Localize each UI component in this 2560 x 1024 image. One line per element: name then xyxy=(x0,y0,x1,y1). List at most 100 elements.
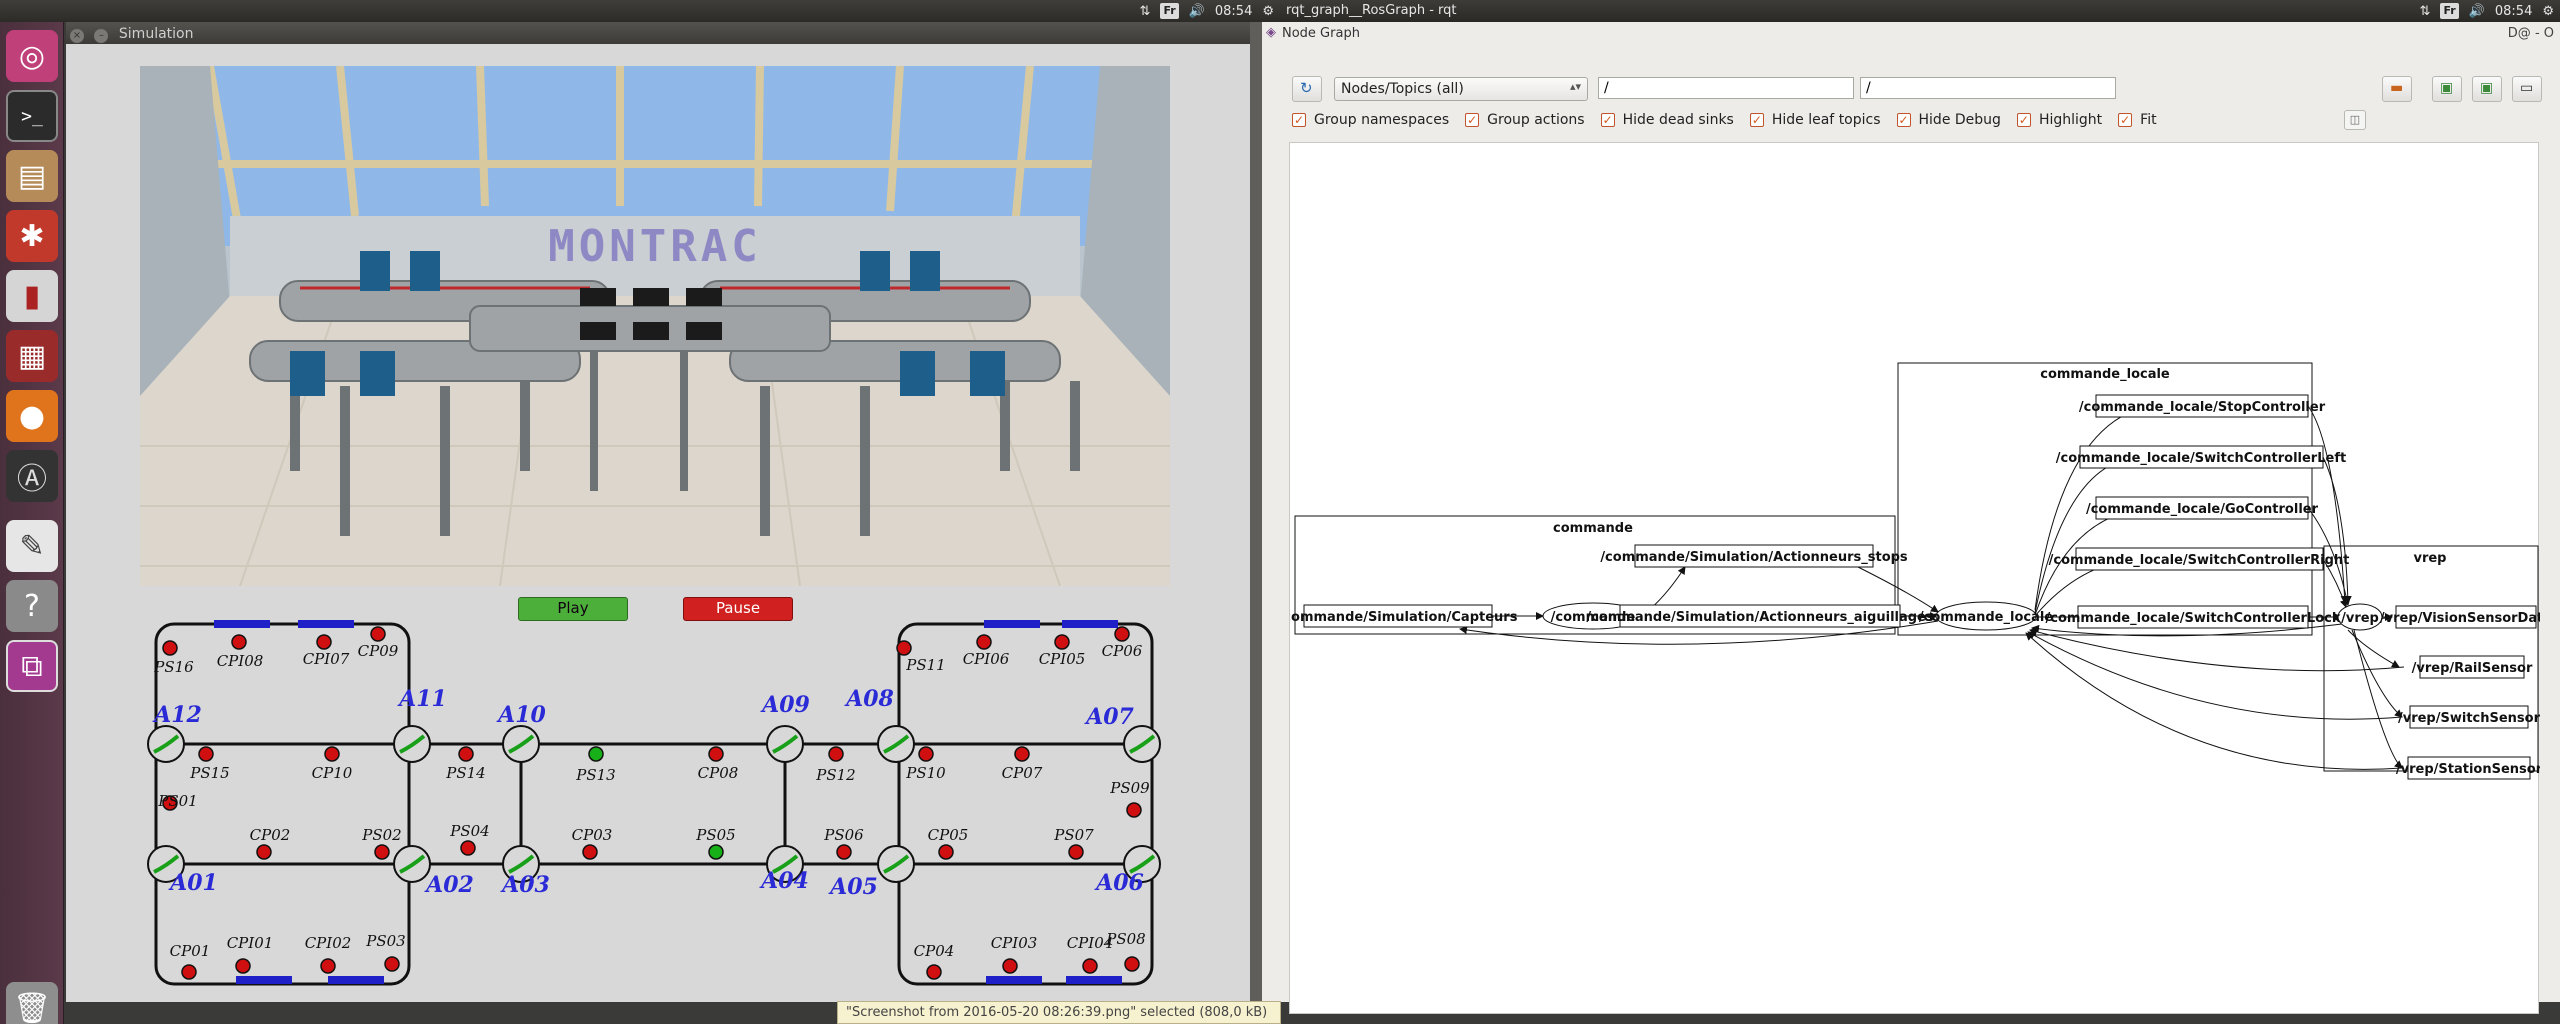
sensor-ps15[interactable] xyxy=(198,746,214,762)
image-icon: ▭ xyxy=(2520,80,2534,96)
sensor-cp10[interactable] xyxy=(324,746,340,762)
topic-go-controller[interactable]: /commande_locale/GoController xyxy=(2086,502,2319,517)
sensor-cpi01[interactable] xyxy=(235,958,251,974)
clock-right[interactable]: 08:54 xyxy=(2495,4,2532,19)
sensor-ps16[interactable] xyxy=(162,640,178,656)
option-label: Group actions xyxy=(1487,112,1585,128)
track-map[interactable]: PS16 CPI08 CPI07 CP09 A12 A11 A10 A09 A08 A07 PS11… xyxy=(66,22,1250,1002)
files-icon[interactable]: ▤ xyxy=(6,150,58,202)
graph-type-select[interactable]: Nodes/Topics (all) ▴▾ xyxy=(1334,77,1588,101)
sensor-cp04[interactable] xyxy=(926,964,942,980)
network-icon[interactable]: ⇅ xyxy=(1140,4,1151,19)
sensor-cp05[interactable] xyxy=(938,844,954,860)
topic-vision-sensor-data[interactable]: /vrep/VisionSensorData xyxy=(2380,611,2552,626)
top-panel-right: rqt_graph__RosGraph - rqt ⇅ Fr 🔊 08:54 ⚙ xyxy=(1280,0,2560,22)
option-checkbox-hide-leaf-topics[interactable]: ✓ Hide leaf topics xyxy=(1749,112,1881,128)
topic-stop-controller[interactable]: /commande_locale/StopController xyxy=(2079,400,2326,415)
save-image-button[interactable]: ▭ xyxy=(2512,76,2542,102)
topic-rail-sensor[interactable]: /vrep/RailSensor xyxy=(2412,661,2533,676)
load-dot-button[interactable]: ▬ xyxy=(2382,76,2412,102)
graph-canvas[interactable]: commande commande_locale vrep /commande/… xyxy=(1279,142,2552,1015)
sensor-cpi08[interactable] xyxy=(231,634,247,650)
help-icon[interactable]: ? xyxy=(6,580,58,632)
option-checkbox-hide-debug[interactable]: ✓ Hide Debug xyxy=(1896,112,2001,128)
sensor-cp07[interactable] xyxy=(1014,746,1030,762)
volume-icon[interactable]: 🔊 xyxy=(2469,4,2485,19)
check-icon: ✓ xyxy=(1600,113,1615,127)
software-center-icon[interactable]: Ⓐ xyxy=(6,450,58,502)
display-icon[interactable]: ▦ xyxy=(6,330,58,382)
option-checkbox-highlight[interactable]: ✓ Highlight xyxy=(2016,112,2102,128)
sensor-ps11[interactable] xyxy=(896,640,912,656)
map-label-cp09: CP09 xyxy=(358,642,399,660)
topic-switch-controller-right[interactable]: /commande_locale/SwitchControllerRight xyxy=(2049,553,2350,568)
station-block xyxy=(328,976,384,984)
option-checkbox-fit[interactable]: ✓ Fit xyxy=(2118,112,2157,128)
text-editor-icon[interactable]: ✎ xyxy=(6,520,58,572)
refresh-button[interactable]: ↻ xyxy=(1292,76,1322,102)
sensor-ps03[interactable] xyxy=(384,956,400,972)
topic-actionneurs-stops[interactable]: /commande/Simulation/Actionneurs_stops xyxy=(1600,550,1908,565)
sensor-ps05[interactable] xyxy=(708,844,724,860)
firefox-icon[interactable]: ● xyxy=(6,390,58,442)
sensor-ps13[interactable] xyxy=(588,746,604,762)
sensor-cp01[interactable] xyxy=(181,964,197,980)
sensor-ps14[interactable] xyxy=(458,746,474,762)
usb-icon[interactable]: ▮ xyxy=(6,270,58,322)
sensor-cp06[interactable] xyxy=(1114,626,1130,642)
sensor-ps09[interactable] xyxy=(1126,802,1142,818)
sensor-ps02[interactable] xyxy=(374,844,390,860)
sensor-cp09[interactable] xyxy=(370,626,386,642)
topic-station-sensor[interactable]: /vrep/StationSensor xyxy=(2396,762,2543,777)
terminal-icon[interactable]: >_ xyxy=(6,90,58,142)
settings-icon[interactable]: ✱ xyxy=(6,210,58,262)
node-capteurs[interactable]: /commande/Simulation/Capteurs xyxy=(1279,610,1518,625)
network-icon[interactable]: ⇅ xyxy=(2420,4,2431,19)
system-tray-right[interactable]: ⇅ Fr 🔊 08:54 ⚙ xyxy=(2420,2,2554,20)
namespace-filter-input[interactable]: / xyxy=(1598,77,1854,99)
keyboard-layout-badge[interactable]: Fr xyxy=(2440,3,2459,19)
sensor-cp02[interactable] xyxy=(256,844,272,860)
sensor-ps10[interactable] xyxy=(918,746,934,762)
trash-icon[interactable]: 🗑 xyxy=(6,982,58,1024)
station-block xyxy=(214,620,270,628)
node-vrep[interactable]: /vrep xyxy=(2341,611,2379,626)
topic-filter-input[interactable]: / xyxy=(1860,77,2116,99)
status-tooltip: "Screenshot from 2016-05-20 08:26:39.png… xyxy=(837,1001,1281,1024)
sensor-cp03[interactable] xyxy=(582,844,598,860)
system-tray-left[interactable]: ⇅ Fr 🔊 08:54 ⚙ xyxy=(1140,2,1274,20)
sensor-cpi07[interactable] xyxy=(316,634,332,650)
station-block xyxy=(1066,976,1122,984)
sensor-cpi03[interactable] xyxy=(1002,958,1018,974)
volume-icon[interactable]: 🔊 xyxy=(1189,4,1205,19)
sensor-ps12[interactable] xyxy=(828,746,844,762)
gear-icon[interactable]: ⚙ xyxy=(2542,4,2554,19)
sensor-ps07[interactable] xyxy=(1068,844,1084,860)
sensor-cpi04[interactable] xyxy=(1082,958,1098,974)
sensor-ps04[interactable] xyxy=(460,840,476,856)
clock-left[interactable]: 08:54 xyxy=(1215,4,1252,19)
sensor-ps08[interactable] xyxy=(1124,956,1140,972)
option-checkbox-hide-dead-sinks[interactable]: ✓ Hide dead sinks xyxy=(1600,112,1734,128)
option-checkbox-group-namespaces[interactable]: ✓ Group namespaces xyxy=(1292,112,1449,128)
option-checkbox-group-actions[interactable]: ✓ Group actions xyxy=(1465,112,1585,128)
sensor-cp08[interactable] xyxy=(708,746,724,762)
ros-graph[interactable]: commande commande_locale vrep /commande/… xyxy=(1279,143,2552,1015)
node-commande-locale[interactable]: /commande_locale xyxy=(1919,610,2053,625)
sensor-ps06[interactable] xyxy=(836,844,852,860)
ubuntu-dash-icon[interactable]: ◎ xyxy=(6,30,58,82)
fit-in-view-button[interactable]: ◫ xyxy=(2344,110,2366,130)
sensor-cpi02[interactable] xyxy=(320,958,336,974)
topic-actionneurs-aiguillages[interactable]: /commande/Simulation/Actionneurs_aiguill… xyxy=(1586,610,1933,625)
panel-corner-controls[interactable]: D@ - O xyxy=(2508,26,2554,41)
topic-switch-sensor[interactable]: /vrep/SwitchSensor xyxy=(2398,711,2541,726)
sensor-cpi05[interactable] xyxy=(1054,634,1070,650)
topic-switch-controller-left[interactable]: /commande_locale/SwitchControllerLeft xyxy=(2056,451,2346,466)
gear-icon[interactable]: ⚙ xyxy=(1262,4,1274,19)
topic-switch-controller-lock[interactable]: /commande_locale/SwitchControllerLock xyxy=(2045,611,2340,626)
save-dot-button[interactable]: ▣ xyxy=(2432,76,2462,102)
keyboard-layout-badge[interactable]: Fr xyxy=(1160,3,1179,19)
rqt-window-icon[interactable]: ⧉ xyxy=(6,640,58,692)
save-svg-button[interactable]: ▣ xyxy=(2472,76,2502,102)
sensor-cpi06[interactable] xyxy=(976,634,992,650)
